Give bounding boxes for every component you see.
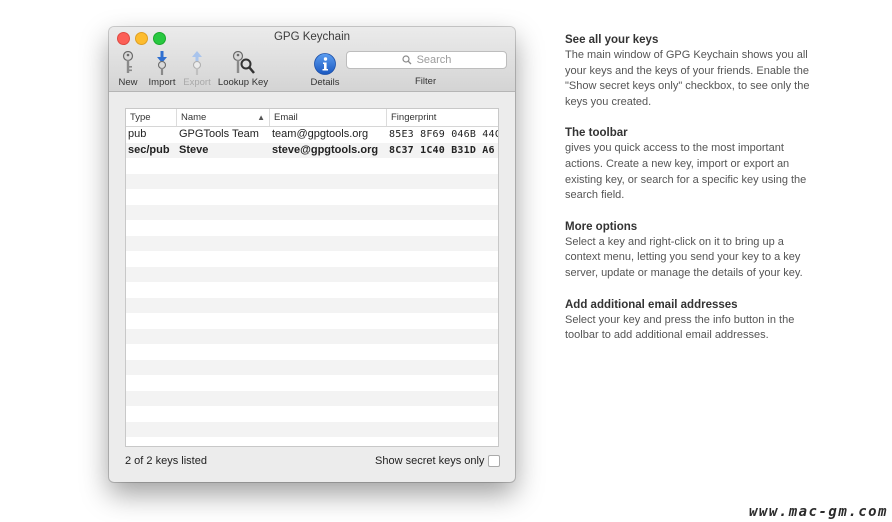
- empty-row: [126, 282, 498, 298]
- empty-row: [126, 328, 498, 344]
- note-section: More options Select a key and right-click…: [565, 221, 810, 282]
- details-label: Details: [310, 77, 340, 88]
- cell-name: Steve: [179, 143, 209, 156]
- empty-row: [126, 437, 498, 446]
- export-label: Export: [183, 77, 211, 88]
- column-header-type[interactable]: Type: [126, 109, 177, 126]
- keys-count: 2 of 2 keys listed: [125, 455, 207, 467]
- empty-row: [126, 344, 498, 360]
- search-placeholder: Search: [416, 54, 452, 66]
- cell-type: sec/pub: [128, 143, 170, 156]
- column-header-name[interactable]: Name ▲: [177, 109, 270, 126]
- empty-row: [126, 204, 498, 220]
- note-title: Add additional email addresses: [565, 298, 738, 311]
- empty-row: [126, 313, 498, 329]
- empty-row: [126, 375, 498, 391]
- cell-name: GPGTools Team: [179, 128, 259, 140]
- lookup-label: Lookup Key: [217, 77, 269, 88]
- import-label: Import: [148, 77, 176, 88]
- note-title: More options: [565, 220, 638, 233]
- note-title: See all your keys: [565, 34, 659, 46]
- table-header: Type Name ▲ Email Fingerprint: [126, 109, 498, 127]
- feature-descriptions: See all your keys The main window of GPG …: [565, 34, 810, 361]
- empty-row: [126, 406, 498, 422]
- column-header-name-label: Name: [181, 112, 207, 123]
- keys-table[interactable]: Type Name ▲ Email Fingerprint pub GPGTool…: [125, 108, 499, 447]
- export-button[interactable]: Export: [182, 49, 212, 88]
- empty-row: [126, 173, 498, 189]
- empty-row: [126, 189, 498, 205]
- empty-row: [126, 158, 498, 174]
- empty-row: [126, 390, 498, 406]
- empty-row: [126, 297, 498, 313]
- import-button[interactable]: Import: [147, 49, 177, 88]
- details-button[interactable]: Details: [308, 49, 342, 88]
- search-icon: [401, 55, 412, 65]
- table-row[interactable]: pub GPGTools Team team@gpgtools.org 85E3 8F…: [126, 127, 498, 143]
- table-body: pub GPGTools Team team@gpgtools.org 85E3 8F…: [126, 127, 498, 446]
- note-body: gives you quick access to the most impor…: [565, 142, 807, 202]
- toolbar: GPG Keychain New Import Export Lookup Ke…: [109, 27, 515, 92]
- note-section: Add additional email addresses Select you…: [565, 299, 810, 344]
- column-header-fingerprint[interactable]: Fingerprint: [387, 109, 498, 126]
- column-header-email[interactable]: Email: [270, 109, 387, 126]
- show-secret-keys-label: Show secret keys only: [375, 455, 485, 467]
- cell-email: team@gpgtools.org: [272, 128, 369, 140]
- cell-type: pub: [128, 128, 147, 140]
- lookup-key-button[interactable]: Lookup Key: [217, 49, 269, 88]
- empty-row: [126, 235, 498, 251]
- watermark: www.mac-gm.com: [748, 504, 888, 520]
- key-import-icon: [147, 49, 177, 75]
- window-title: GPG Keychain: [273, 31, 351, 43]
- new-key-button[interactable]: New: [118, 49, 138, 88]
- key-new-icon: [118, 49, 138, 75]
- note-body: The main window of GPG Keychain shows yo…: [565, 49, 810, 108]
- empty-row: [126, 251, 498, 267]
- key-lookup-icon: [217, 49, 269, 75]
- search-input[interactable]: Search: [346, 51, 507, 69]
- empty-row: [126, 220, 498, 236]
- table-row[interactable]: sec/pub Steve steve@gpgtools.org 8C37 1C40 …: [126, 142, 498, 158]
- empty-row: [126, 421, 498, 437]
- info-icon: [308, 49, 342, 75]
- note-body: Select a key and right-click on it to br…: [565, 235, 803, 279]
- note-title: The toolbar: [565, 127, 628, 140]
- note-section: See all your keys The main window of GPG …: [565, 34, 810, 110]
- cell-fingerprint: 8C37 1C40 B31D A6: [389, 144, 495, 156]
- key-export-icon: [182, 49, 212, 75]
- empty-row: [126, 266, 498, 282]
- note-body: Select your key and press the info butto…: [565, 313, 795, 342]
- empty-row: [126, 359, 498, 375]
- gpg-keychain-window: GPG Keychain New Import Export Lookup Ke…: [109, 27, 515, 482]
- cell-fingerprint: 85E3 8F69 046B 44C: [389, 129, 498, 140]
- sort-ascending-icon: ▲: [257, 113, 265, 122]
- filter-label: Filter: [415, 76, 437, 87]
- cell-email: steve@gpgtools.org: [272, 143, 379, 156]
- checkbox[interactable]: [488, 455, 501, 467]
- show-secret-keys-checkbox[interactable]: Show secret keys only: [375, 455, 501, 467]
- new-label: New: [118, 77, 138, 88]
- note-section: The toolbar gives you quick access to the…: [565, 127, 810, 203]
